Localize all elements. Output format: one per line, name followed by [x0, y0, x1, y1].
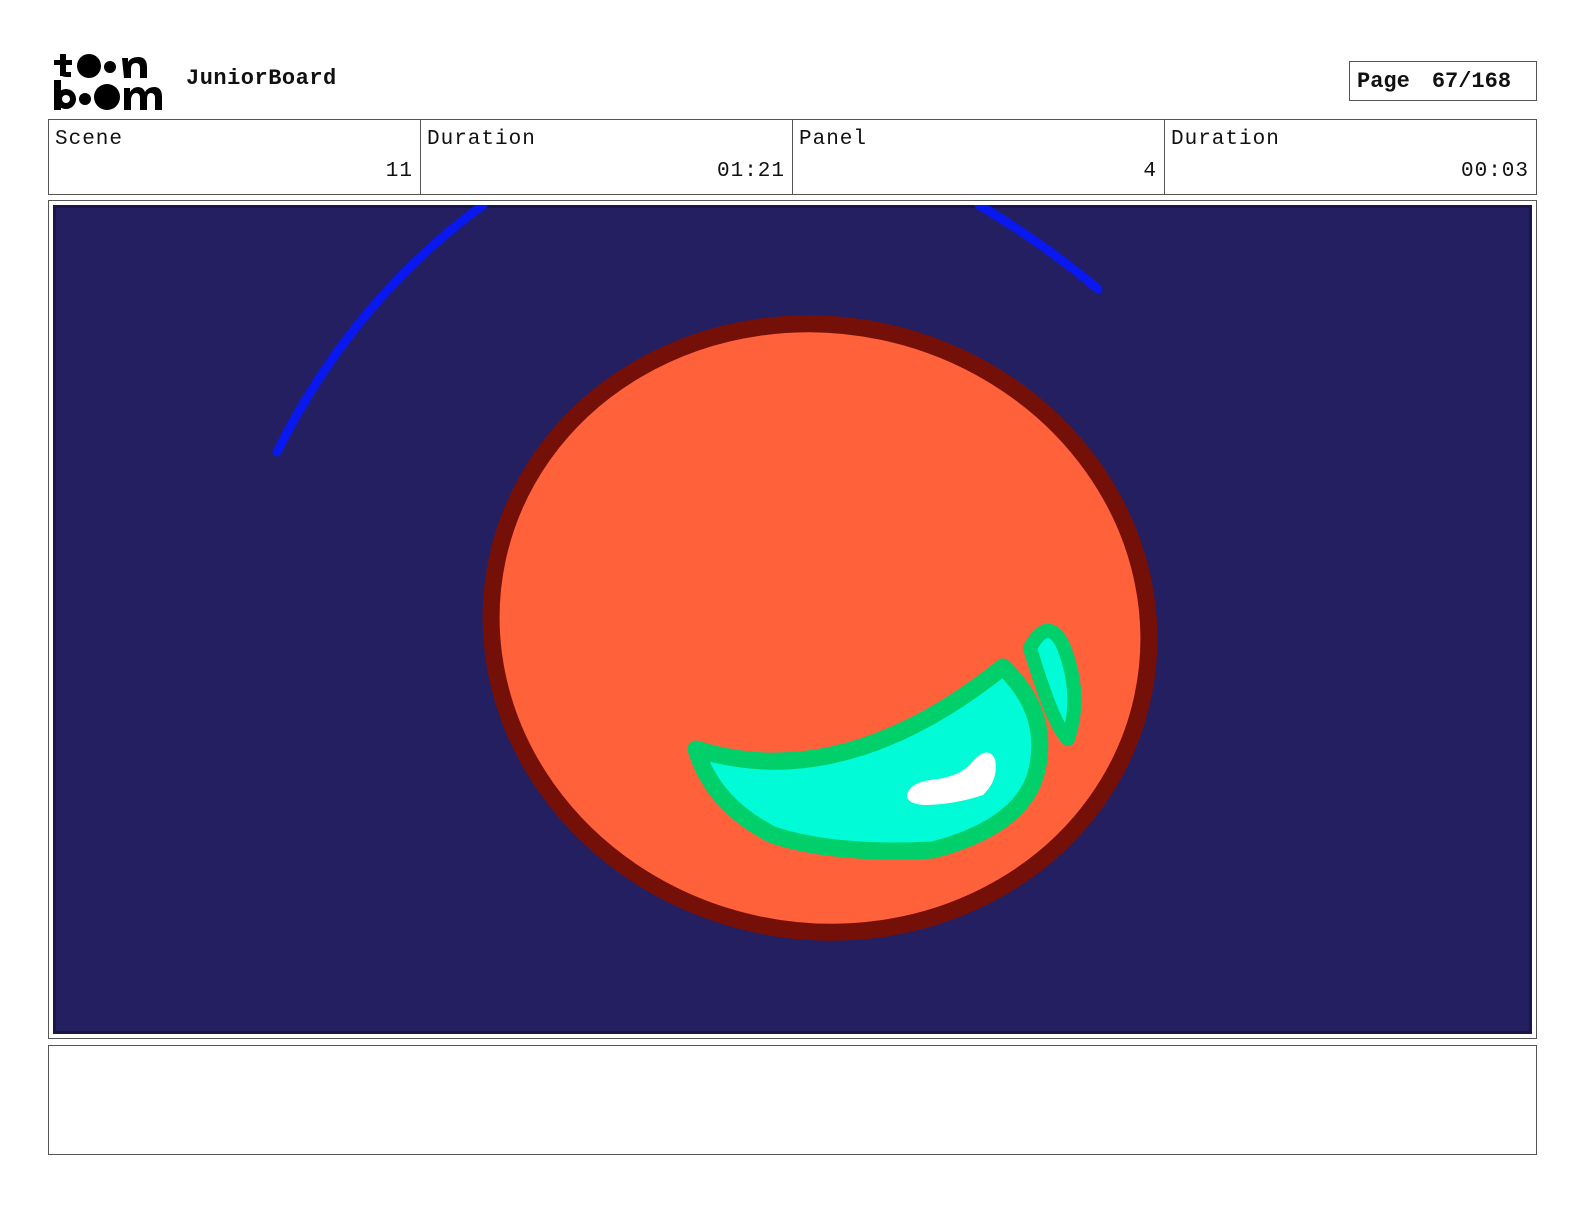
panel-label: Panel — [799, 128, 868, 151]
caption-box — [48, 1045, 1537, 1155]
panel-info-table: Scene 11 Duration 01:21 Panel 4 Duration… — [48, 119, 1537, 195]
scene-duration-label: Duration — [427, 128, 536, 151]
panel-duration-label: Duration — [1171, 128, 1280, 151]
storyboard-panel-frame — [48, 200, 1537, 1039]
panel-cell: Panel 4 — [793, 120, 1165, 194]
scene-cell: Scene 11 — [49, 120, 421, 194]
app-title: JuniorBoard — [186, 66, 337, 91]
page-label: Page — [1357, 68, 1410, 94]
scene-label: Scene — [55, 128, 124, 151]
panel-duration-cell: Duration 00:03 — [1165, 120, 1536, 194]
page-indicator: Page 67/168 — [1349, 61, 1537, 101]
panel-drawing — [53, 205, 1532, 1034]
scene-value: 11 — [385, 160, 413, 183]
scene-duration-cell: Duration 01:21 — [421, 120, 793, 194]
toon-boom-logo — [54, 54, 162, 110]
scene-duration-value: 01:21 — [716, 160, 785, 183]
panel-duration-value: 00:03 — [1460, 160, 1529, 183]
page-number: 67/168 — [1431, 68, 1512, 94]
panel-value: 4 — [1143, 160, 1157, 183]
